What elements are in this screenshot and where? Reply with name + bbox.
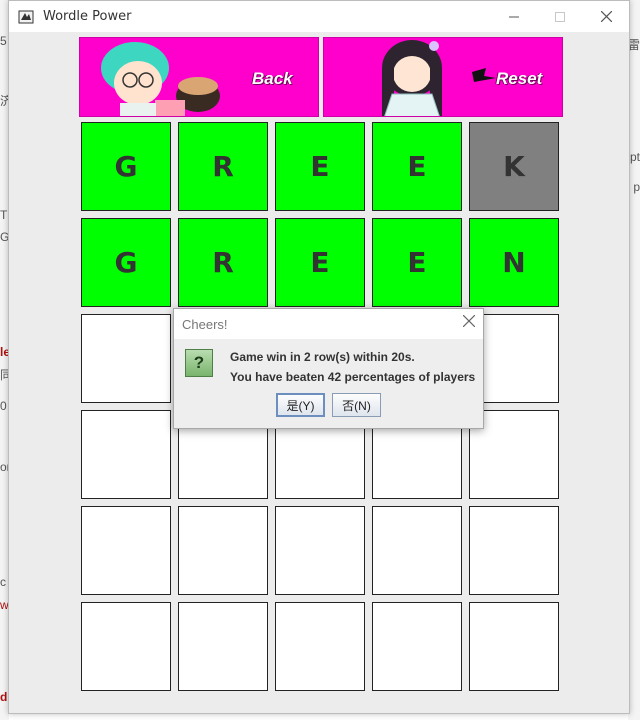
background-text: T xyxy=(0,208,8,222)
background-text: 5 xyxy=(0,34,7,48)
background-text: p xyxy=(633,180,640,194)
reset-label: Reset xyxy=(496,69,543,88)
letter-cell: R xyxy=(178,122,268,211)
no-button[interactable]: 否(N) xyxy=(332,393,381,417)
background-text: 0 xyxy=(0,399,7,413)
dialog-message-line1: Game win in 2 row(s) within 20s. xyxy=(230,350,415,364)
letter-cell: G xyxy=(81,122,171,211)
letter-cell xyxy=(81,314,171,403)
letter-cell: E xyxy=(275,122,365,211)
letter-cell: E xyxy=(275,218,365,307)
letter-cell xyxy=(178,506,268,595)
letter-cell xyxy=(81,506,171,595)
letter-cell xyxy=(275,506,365,595)
game-window: Wordle Power Back Reset G R E E K G R E … xyxy=(8,0,630,714)
close-icon xyxy=(600,11,612,22)
letter-cell xyxy=(469,506,559,595)
question-icon: ? xyxy=(185,349,213,377)
back-label: Back xyxy=(252,69,293,88)
letter-cell: K xyxy=(469,122,559,211)
dialog-close-button[interactable] xyxy=(462,314,476,332)
close-icon xyxy=(462,314,476,328)
dialog-title: Cheers! xyxy=(182,316,228,332)
background-text: d xyxy=(0,690,8,704)
letter-cell xyxy=(81,410,171,499)
letter-cell: E xyxy=(372,122,462,211)
title-bar[interactable]: Wordle Power xyxy=(9,1,629,32)
minimize-button[interactable] xyxy=(491,1,537,32)
background-text: c xyxy=(0,575,6,589)
yes-button[interactable]: 是(Y) xyxy=(276,393,325,417)
maximize-button xyxy=(537,1,583,32)
maximize-icon xyxy=(555,11,565,22)
window-title: Wordle Power xyxy=(43,9,132,24)
dialog-message-line2: You have beaten 42 percentages of player… xyxy=(230,370,476,384)
letter-cell xyxy=(469,602,559,691)
letter-cell: R xyxy=(178,218,268,307)
letter-cell: G xyxy=(81,218,171,307)
app-icon xyxy=(18,10,34,23)
background-text: pt xyxy=(629,150,640,164)
letter-cell xyxy=(81,602,171,691)
minimize-icon xyxy=(509,16,519,17)
letter-cell xyxy=(372,506,462,595)
reset-button[interactable]: Reset xyxy=(323,37,563,117)
letter-cell xyxy=(372,602,462,691)
close-button[interactable] xyxy=(583,1,629,32)
letter-cell: N xyxy=(469,218,559,307)
letter-cell xyxy=(275,602,365,691)
dialog-title-bar[interactable]: Cheers! xyxy=(174,309,483,339)
letter-cell: E xyxy=(372,218,462,307)
cheers-dialog: Cheers! ? Game win in 2 row(s) within 20… xyxy=(173,308,484,429)
letter-cell xyxy=(178,602,268,691)
back-button[interactable]: Back xyxy=(79,37,319,117)
